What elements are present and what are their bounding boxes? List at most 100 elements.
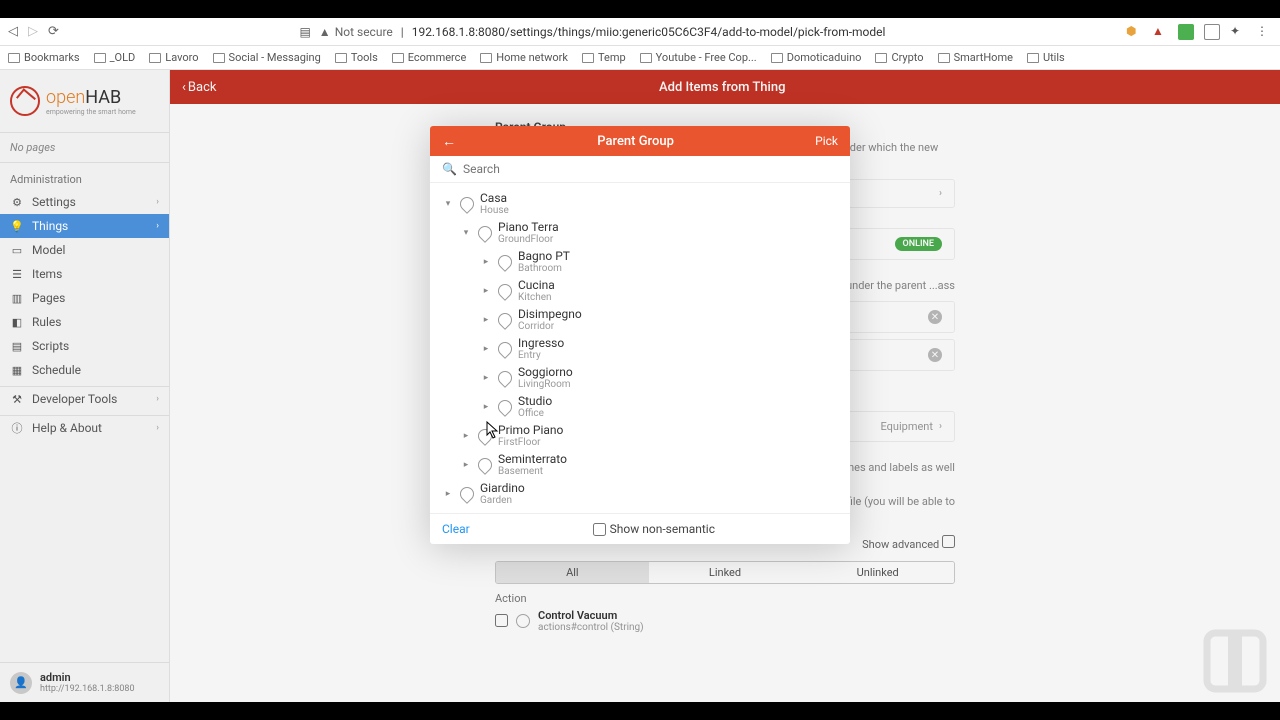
sidebar-item-things[interactable]: 💡Things›: [0, 214, 169, 238]
tree-toggle-icon[interactable]: ▸: [480, 344, 492, 354]
tree-row[interactable]: ▸CucinaKitchen: [430, 276, 850, 305]
bookmark-item[interactable]: Tools: [335, 51, 378, 64]
tree-toggle-icon[interactable]: ▸: [480, 402, 492, 412]
channel-checkbox[interactable]: [495, 614, 508, 627]
bookmark-item[interactable]: _OLD: [94, 51, 136, 64]
channel-row-control-vacuum[interactable]: Control Vacuum actions#control (String): [495, 605, 955, 637]
tree-toggle-icon[interactable]: ▸: [480, 315, 492, 325]
tree-toggle-icon[interactable]: ▸: [460, 460, 472, 470]
modal-pick-button[interactable]: Pick: [815, 134, 838, 148]
location-pin-icon: [475, 426, 495, 446]
clear-icon[interactable]: ✕: [928, 348, 942, 362]
sidebar-item-settings[interactable]: ⚙Settings›: [0, 190, 169, 214]
tab-all[interactable]: All: [496, 562, 649, 583]
tab-linked[interactable]: Linked: [649, 562, 802, 583]
items-icon: ☰: [10, 267, 24, 281]
tree-label: Primo Piano: [498, 423, 563, 437]
tree-toggle-icon[interactable]: ▸: [460, 431, 472, 441]
scripts-icon: ▤: [10, 339, 24, 353]
model-tree: ▾CasaHouse▾Piano TerraGroundFloor ▸ Bagno …: [430, 183, 850, 513]
tree-toggle-icon[interactable]: ▾: [460, 228, 472, 238]
back-button[interactable]: ‹ Back: [182, 80, 216, 95]
shield-icon[interactable]: ⬢: [1126, 24, 1142, 40]
folder-icon: [1027, 53, 1039, 63]
bookmark-item[interactable]: Ecommerce: [392, 51, 467, 64]
search-input[interactable]: [463, 162, 838, 176]
bookmark-item[interactable]: Bookmarks: [8, 51, 80, 64]
menu-icon[interactable]: ⋮: [1256, 24, 1272, 40]
security-badge[interactable]: ▲ Not secure: [319, 25, 393, 39]
modal-back-button[interactable]: ←: [442, 133, 456, 150]
bookmark-item[interactable]: Lavoro: [149, 51, 198, 64]
chevron-right-icon: ›: [939, 421, 942, 432]
schedule-icon: ▦: [10, 363, 24, 377]
sidebar: openHAB empowering the smart home No pag…: [0, 70, 170, 702]
tree-toggle-icon[interactable]: ▸: [480, 373, 492, 383]
search-icon: 🔍: [442, 162, 457, 176]
folder-icon: [480, 53, 492, 63]
sidebar-item-schedule[interactable]: ▦Schedule: [0, 358, 169, 382]
extensions-icon[interactable]: ✦: [1230, 24, 1246, 40]
sidebar-item-help[interactable]: ⓘHelp & About›: [0, 416, 169, 440]
tree-row[interactable]: ▸SeminterratoBasement: [430, 450, 850, 479]
nav-back-icon[interactable]: ◁: [8, 24, 18, 39]
user-host: http://192.168.1.8:8080: [40, 684, 135, 694]
help-icon: ⓘ: [10, 421, 24, 435]
admin-section-label: Administration: [0, 163, 169, 190]
sidebar-item-pages[interactable]: ▥Pages: [0, 286, 169, 310]
show-non-semantic-toggle[interactable]: Show non-semantic: [593, 522, 715, 536]
bookmark-item[interactable]: Social - Messaging: [213, 51, 321, 64]
tree-toggle-icon[interactable]: ▸: [480, 286, 492, 296]
rules-icon: ◧: [10, 315, 24, 329]
clear-button[interactable]: Clear: [442, 522, 470, 536]
show-non-semantic-checkbox[interactable]: [593, 523, 606, 536]
tab-unlinked[interactable]: Unlinked: [801, 562, 954, 583]
reload-icon[interactable]: ⟳: [48, 24, 59, 39]
tree-row[interactable]: ▾CasaHouse: [430, 189, 850, 218]
tree-row[interactable]: ▸DisimpegnoCorridor: [430, 305, 850, 334]
sidebar-item-scripts[interactable]: ▤Scripts: [0, 334, 169, 358]
location-pin-icon: [495, 252, 515, 272]
parent-group-modal: ← Parent Group Pick 🔍 ▾CasaHouse▾Piano T…: [430, 126, 850, 544]
tree-row[interactable]: ▸ GiardinoGarden: [430, 479, 850, 508]
tree-label: Bagno PT: [518, 249, 570, 263]
clear-icon[interactable]: ✕: [928, 310, 942, 324]
tree-sublabel: Entry: [518, 350, 564, 361]
tree-row[interactable]: ▸ Bagno PTBathroom: [430, 247, 850, 276]
tree-toggle-icon[interactable]: ▸: [480, 257, 492, 267]
show-advanced-checkbox[interactable]: [942, 535, 955, 548]
ext2-icon[interactable]: [1204, 24, 1220, 40]
sidebar-item-rules[interactable]: ◧Rules: [0, 310, 169, 334]
tree-row[interactable]: ▸Primo PianoFirstFloor: [430, 421, 850, 450]
tree-toggle-icon[interactable]: ▾: [442, 199, 454, 209]
folder-icon: [582, 53, 594, 63]
ext1-icon[interactable]: [1178, 24, 1194, 40]
tree-row[interactable]: ▸StudioOffice: [430, 392, 850, 421]
tree-label: Giardino: [480, 481, 525, 495]
bookmark-item[interactable]: Crypto: [875, 51, 923, 64]
page-info-icon[interactable]: ▤: [299, 25, 310, 39]
bookmark-item[interactable]: SmartHome: [938, 51, 1013, 64]
bookmark-item[interactable]: Youtube - Free Cop...: [640, 51, 757, 64]
sidebar-item-model[interactable]: ▭Model: [0, 238, 169, 262]
location-pin-icon: [475, 223, 495, 243]
bookmark-item[interactable]: Temp: [582, 51, 626, 64]
tree-row[interactable]: ▸SoggiornoLivingRoom: [430, 363, 850, 392]
extension-warn-icon[interactable]: ▲: [1152, 24, 1168, 40]
tree-sublabel: Garden: [480, 495, 525, 506]
sidebar-user[interactable]: 👤 admin http://192.168.1.8:8080: [0, 662, 169, 702]
url-text[interactable]: 192.168.1.8:8080/settings/things/miio:ge…: [412, 25, 886, 39]
bookmark-item[interactable]: Domoticaduino: [771, 51, 862, 64]
sidebar-item-devtools[interactable]: ⚒Developer Tools›: [0, 387, 169, 411]
tree-sublabel: Bathroom: [518, 263, 570, 274]
sidebar-item-items[interactable]: ☰Items: [0, 262, 169, 286]
tree-label: Ingresso: [518, 336, 564, 350]
bookmark-item[interactable]: Home network: [480, 51, 568, 64]
tree-row[interactable]: ▸ IngressoEntry: [430, 334, 850, 363]
tree-sublabel: Kitchen: [518, 292, 555, 303]
tree-row[interactable]: ▾Piano TerraGroundFloor: [430, 218, 850, 247]
logo[interactable]: openHAB empowering the smart home: [0, 70, 169, 132]
tree-toggle-icon[interactable]: ▸: [442, 489, 454, 499]
model-icon: ▭: [10, 243, 24, 257]
bookmark-item[interactable]: Utils: [1027, 51, 1065, 64]
